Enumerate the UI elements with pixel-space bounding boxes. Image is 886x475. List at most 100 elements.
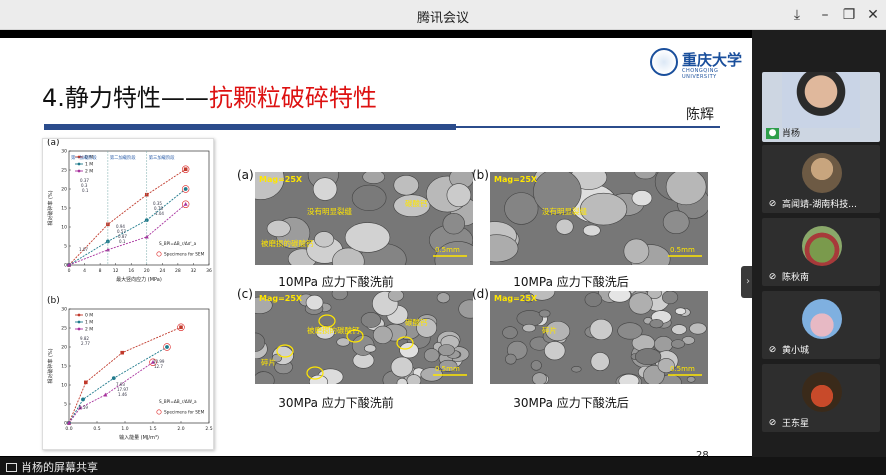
- y-tick-label: 20: [61, 187, 67, 193]
- participant-tile[interactable]: ⊘ 陈秋南: [762, 218, 880, 286]
- sem-grain: [671, 339, 685, 349]
- y-tick-label: 15: [61, 206, 67, 212]
- sem-image: Mag=25X 碎片 0.5mm: [490, 291, 708, 384]
- x-tick-label: 4: [83, 268, 86, 274]
- slope-annotation: 1.04: [155, 211, 164, 216]
- sem-grain: [255, 371, 275, 384]
- x-tick-label: 12: [113, 268, 119, 274]
- sem-grain: [331, 291, 348, 301]
- sem-grain: [360, 312, 382, 328]
- slope-annotation: 1.46: [118, 392, 127, 397]
- formula-label: S_BPI=ΔB_r/Δσ'_a: [159, 241, 197, 246]
- sem-scale-label: 0.5mm: [435, 246, 460, 254]
- close-button[interactable]: ✕: [862, 4, 884, 26]
- specimens-legend-label: Specimens for SEM: [164, 252, 205, 257]
- sem-magnification: Mag=25X: [259, 175, 303, 184]
- slope-annotation: 0.1: [119, 239, 126, 244]
- slope-annotation: 12.7: [154, 364, 163, 369]
- legend-label: 2 M: [85, 327, 93, 333]
- x-tick-label: 1.0: [121, 426, 128, 432]
- sem-grain: [579, 192, 628, 226]
- sem-annotation: 没有明显裂缝: [542, 206, 587, 216]
- sem-grain: [438, 344, 455, 357]
- sem-caption: 30MPa 应力下酸洗后: [513, 396, 629, 410]
- x-tick-label: 2.5: [205, 426, 212, 432]
- participant-tile[interactable]: ⊘ 高闻靖-湖南科技...: [762, 145, 880, 213]
- page-number: 28: [696, 450, 709, 456]
- participant-name: 高闻靖-湖南科技...: [782, 200, 857, 210]
- formula-label: S_BPI=ΔB_r/ΔW_a: [159, 399, 197, 404]
- x-tick-label: 32: [191, 268, 197, 274]
- data-point: [179, 325, 183, 330]
- sem-panel-label: (c): [237, 287, 253, 301]
- mic-on-icon: ●: [766, 128, 779, 139]
- legend-marker: [77, 313, 81, 317]
- sem-grain: [436, 292, 451, 304]
- sem-magnification: Mag=25X: [494, 294, 538, 303]
- sem-grain: [406, 374, 422, 384]
- sem-grain: [653, 336, 674, 353]
- minimize-button[interactable]: –: [814, 4, 836, 26]
- participant-tile[interactable]: ● 肖杨: [762, 72, 880, 142]
- legend-marker: [77, 169, 81, 173]
- sem-grain: [312, 177, 338, 201]
- sem-grain: [686, 376, 696, 383]
- pin-icon[interactable]: ⤓: [786, 4, 808, 26]
- sem-grain: [582, 224, 601, 237]
- sem-grain: [305, 294, 324, 311]
- mic-muted-icon: ⊘: [768, 345, 777, 355]
- participant-avatar: [802, 372, 842, 412]
- participant-tile[interactable]: ⊘ 黄小城: [762, 291, 880, 359]
- sem-grain: [387, 291, 404, 302]
- plot-panel: (a) 0 4 8 12 16 20 24 28 32 36 0 5 10 15 20 25 30 最大竖向应力 (…: [42, 138, 214, 450]
- specimens-legend-label: Specimens for SEM: [164, 410, 205, 415]
- participant-name: 肖杨: [782, 129, 801, 139]
- sem-image: Mag=25X 被磨损的碳酸钙 碳酸钙 碎片 0.5mm: [255, 291, 473, 384]
- specimens-legend-marker: [156, 409, 162, 415]
- restore-button[interactable]: ❐: [838, 4, 860, 26]
- sem-caption: 30MPa 应力下酸洗前: [278, 396, 394, 410]
- sem-annotation: 碳酸钙: [405, 198, 428, 208]
- monitor-icon: [6, 463, 17, 472]
- sem-panel-label: (d): [472, 287, 489, 301]
- sem-image-svg: Mag=25X 没有明显裂缝 0.5mm: [490, 172, 708, 265]
- sem-image-svg: Mag=25X被磨损的碳酸钙碳酸钙碎片0.5mm: [255, 291, 473, 384]
- x-axis-label: 最大竖向应力 (MPa): [116, 276, 162, 283]
- x-tick-label: 24: [159, 268, 165, 274]
- data-point: [165, 345, 169, 349]
- sem-grain: [530, 360, 542, 371]
- legend-marker: [77, 327, 81, 331]
- mic-muted-icon: ⊘: [768, 418, 777, 428]
- data-point: [183, 167, 188, 172]
- sem-grain: [617, 322, 643, 340]
- y-tick-label: 25: [61, 168, 67, 174]
- sharing-indicator[interactable]: 肖杨的屏幕共享: [6, 459, 98, 475]
- data-point: [103, 392, 108, 397]
- y-tick-label: 15: [61, 364, 67, 370]
- x-tick-label: 8: [99, 268, 102, 274]
- university-logo: 重庆大学 CHONGQING UNIVERSITY: [650, 46, 750, 80]
- y-tick-label: 20: [61, 345, 67, 351]
- x-tick-label: 0.0: [65, 426, 72, 432]
- sem-scale-label: 0.5mm: [670, 365, 695, 373]
- sem-caption: 10MPa 应力下酸洗后: [513, 275, 629, 289]
- participant-avatar: [802, 299, 842, 339]
- legend-label: 1 M: [85, 162, 93, 168]
- sem-grain: [446, 183, 472, 208]
- title-rule-thin: [456, 126, 720, 128]
- sem-image-svg: Mag=25X 碎片 0.5mm: [494, 291, 707, 384]
- data-point: [183, 202, 188, 206]
- window-title: 腾讯会议: [416, 11, 469, 26]
- university-seal-icon: [650, 48, 678, 76]
- sem-grain: [674, 307, 687, 315]
- window-titlebar: 腾讯会议 ⤓ – ❐ ✕: [0, 0, 886, 30]
- slide-title: 4.静力特性——抗颗粒破碎特性: [42, 78, 377, 113]
- y-tick-label: 0: [64, 263, 67, 269]
- data-point: [111, 376, 116, 381]
- participant-sidebar: ● 肖杨 ⊘ 高闻靖-湖南科技... ⊘ 陈秋南 ⊘ 黄小城 ⊘ 王东星: [752, 30, 886, 457]
- sem-grain: [649, 319, 664, 329]
- participant-tile[interactable]: ⊘ 王东星: [762, 364, 880, 432]
- sem-grain: [442, 213, 465, 235]
- stage-label: 第三加载阶段: [149, 154, 175, 161]
- sem-annotation: 碎片: [542, 325, 557, 335]
